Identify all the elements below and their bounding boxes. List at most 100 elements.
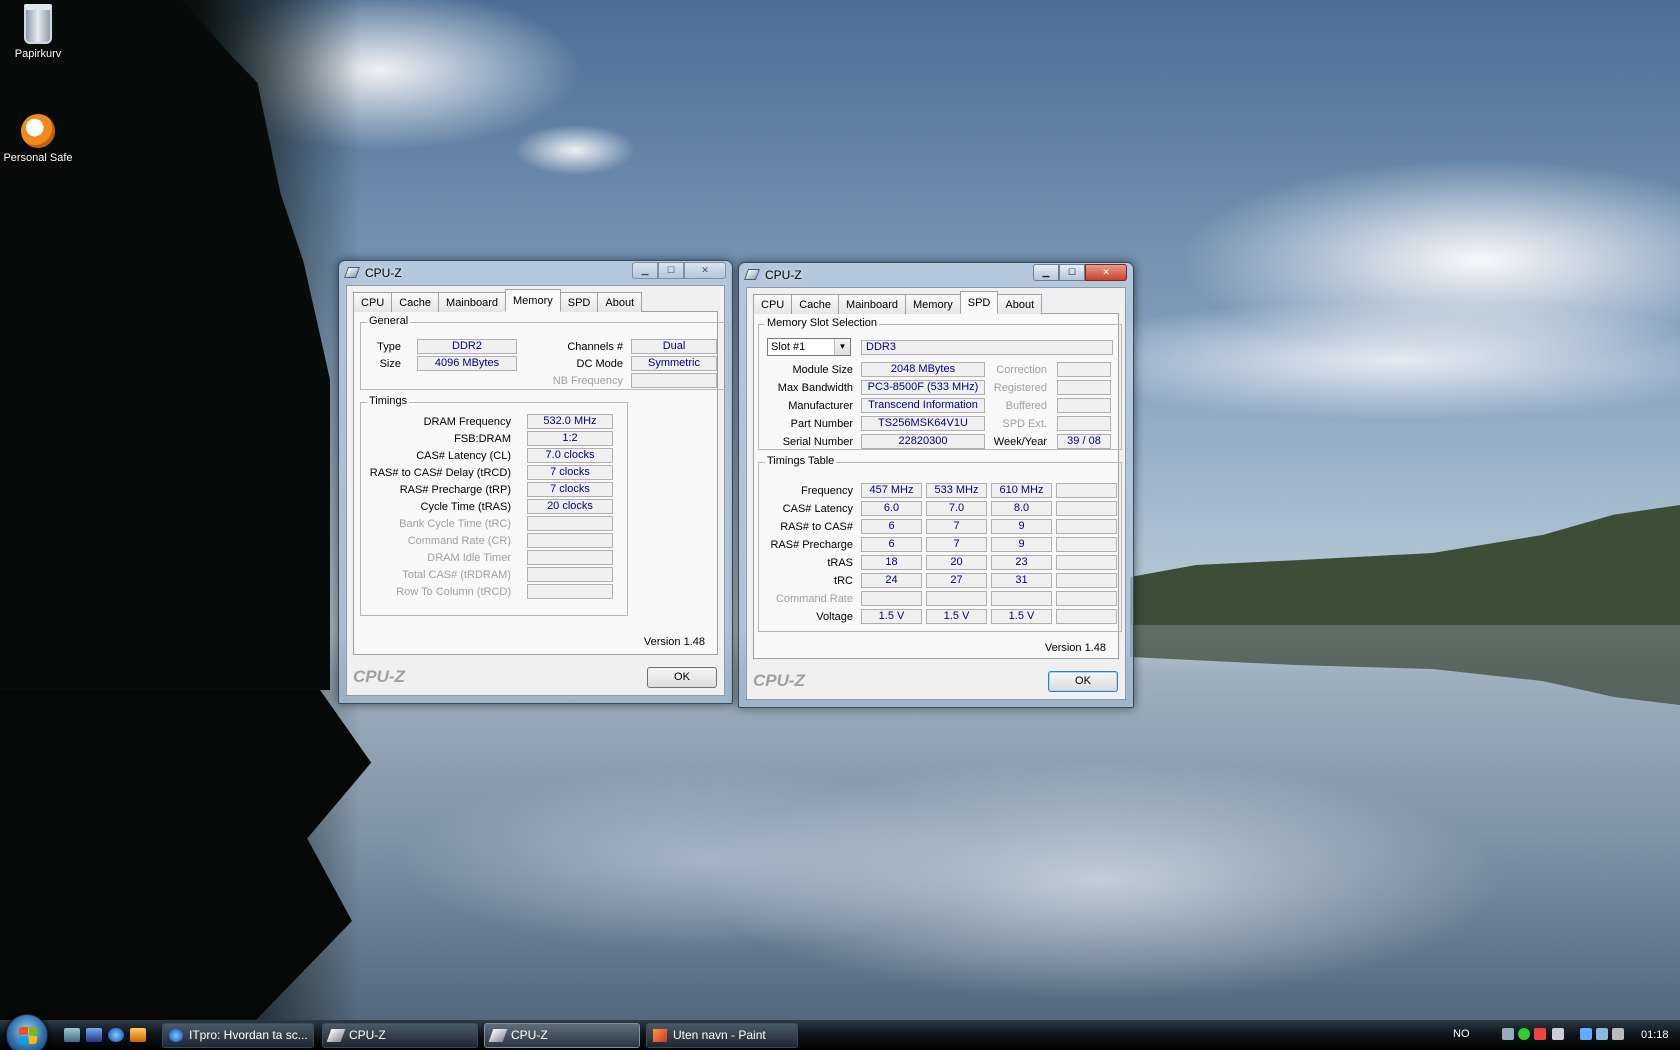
slot-select[interactable]: Slot #1 ▼ bbox=[767, 338, 851, 356]
cpuz-icon bbox=[488, 1029, 508, 1042]
version-label: Version 1.48 bbox=[1044, 642, 1106, 654]
taskbar-item-label: Uten navn - Paint bbox=[673, 1028, 766, 1042]
window-client: CPU Cache Mainboard Memory SPD About Gen… bbox=[346, 285, 729, 696]
group-title: General bbox=[367, 315, 411, 327]
tab-spd[interactable]: SPD bbox=[559, 292, 599, 312]
tray-green-icon[interactable] bbox=[1518, 1028, 1530, 1040]
clock[interactable]: 01:18 bbox=[1641, 1029, 1669, 1041]
tab-cache[interactable]: Cache bbox=[391, 292, 440, 312]
timings-cell: 8.0 bbox=[991, 501, 1052, 516]
media-player-icon[interactable] bbox=[130, 1028, 146, 1042]
network-icon[interactable] bbox=[1596, 1028, 1608, 1040]
memory-type-value: DDR3 bbox=[861, 340, 1113, 355]
timing-label: Total CAS# (tRDRAM) bbox=[402, 569, 511, 581]
taskbar-item-paint[interactable]: Uten navn - Paint bbox=[646, 1023, 798, 1048]
close-button[interactable]: ✕ bbox=[684, 262, 726, 279]
slot-flag-value bbox=[1057, 416, 1111, 431]
cpuz-icon bbox=[743, 269, 761, 280]
nb-frequency-value bbox=[631, 373, 717, 388]
taskbar-item-cpuz-2[interactable]: CPU-Z bbox=[484, 1023, 640, 1048]
ok-button[interactable]: OK bbox=[1048, 671, 1118, 692]
timings-cell bbox=[1056, 555, 1117, 570]
timings-cell: 1.5 V bbox=[991, 609, 1052, 624]
memory-panel: General Type DDR2 Size 4096 MBytes Chann… bbox=[353, 312, 729, 655]
timings-cell bbox=[1056, 483, 1117, 498]
tab-about[interactable]: About bbox=[997, 294, 1043, 314]
start-button[interactable] bbox=[6, 1014, 48, 1050]
timing-value bbox=[527, 584, 613, 599]
slot-flag-label: SPD Ext. bbox=[1002, 418, 1047, 430]
title-bar[interactable]: CPU-Z ▁ ☐ ✕ bbox=[339, 261, 732, 285]
show-desktop-icon[interactable] bbox=[64, 1028, 80, 1042]
timings-row-label: RAS# to CAS# bbox=[780, 521, 853, 533]
internet-explorer-icon bbox=[169, 1029, 183, 1042]
title-bar[interactable]: CPU-Z ▁ ☐ ✕ bbox=[739, 263, 1133, 287]
timings-cell: 9 bbox=[991, 519, 1052, 534]
tab-memory[interactable]: Memory bbox=[905, 294, 961, 314]
language-indicator[interactable]: NO bbox=[1453, 1028, 1470, 1040]
minimize-button[interactable]: ▁ bbox=[1033, 264, 1059, 281]
cpuz-window-spd[interactable]: CPU-Z ▁ ☐ ✕ CPU Cache Mainboard Memory S… bbox=[738, 262, 1134, 708]
wallpaper-hill bbox=[1130, 505, 1680, 625]
desktop-icon-recycle-bin[interactable]: Papirkurv bbox=[0, 4, 76, 60]
timings-cell bbox=[861, 591, 922, 606]
timing-value bbox=[527, 533, 613, 548]
close-button[interactable]: ✕ bbox=[1085, 264, 1127, 281]
window-title: CPU-Z bbox=[365, 266, 402, 280]
maximize-button[interactable]: ☐ bbox=[658, 262, 684, 279]
tab-cpu[interactable]: CPU bbox=[753, 294, 793, 314]
timings-row-label: RAS# Precharge bbox=[770, 539, 853, 551]
tab-mainboard[interactable]: Mainboard bbox=[438, 292, 507, 312]
timings-cell bbox=[926, 591, 987, 606]
cpuz-icon bbox=[326, 1029, 346, 1042]
taskbar-item-cpuz-1[interactable]: CPU-Z bbox=[322, 1023, 478, 1048]
timings-cell: 7 bbox=[926, 519, 987, 534]
minimize-button[interactable]: ▁ bbox=[632, 262, 658, 279]
cpuz-window-memory[interactable]: CPU-Z ▁ ☐ ✕ CPU Cache Mainboard Memory S… bbox=[338, 260, 733, 704]
timings-row-label: tRC bbox=[834, 575, 853, 587]
timing-label: FSB:DRAM bbox=[454, 433, 511, 445]
tray-device-icon[interactable] bbox=[1580, 1028, 1592, 1040]
slot-field-value: PC3-8500F (533 MHz) bbox=[861, 380, 985, 395]
tab-cpu[interactable]: CPU bbox=[353, 292, 393, 312]
timings-row-label: Frequency bbox=[801, 485, 853, 497]
group-title: Timings bbox=[367, 395, 410, 407]
timing-label: Row To Column (tRCD) bbox=[396, 586, 511, 598]
timings-cell bbox=[1056, 573, 1117, 588]
slot-flag-label: Registered bbox=[993, 382, 1047, 394]
nb-frequency-label: NB Frequency bbox=[552, 375, 623, 387]
tray-window-icon[interactable] bbox=[1552, 1028, 1564, 1040]
tray-shield-icon[interactable] bbox=[1534, 1028, 1546, 1040]
slot-select-value: Slot #1 bbox=[771, 341, 806, 353]
maximize-button[interactable]: ☐ bbox=[1059, 264, 1085, 281]
tab-mainboard[interactable]: Mainboard bbox=[838, 294, 907, 314]
tab-memory[interactable]: Memory bbox=[505, 289, 561, 312]
tab-cache[interactable]: Cache bbox=[791, 294, 840, 314]
slot-field-value: 2048 MBytes bbox=[861, 362, 985, 377]
internet-explorer-icon[interactable] bbox=[108, 1028, 124, 1042]
timings-cell: 610 MHz bbox=[991, 483, 1052, 498]
slot-flag-value bbox=[1057, 380, 1111, 395]
tab-strip: CPU Cache Mainboard Memory SPD About bbox=[753, 291, 1119, 314]
timings-table-group: Timings Table Frequency 457 MHz 533 MHz 610… bbox=[758, 455, 1122, 632]
tray-app-icon[interactable] bbox=[1502, 1028, 1514, 1040]
timing-label: DRAM Idle Timer bbox=[427, 552, 511, 564]
desktop-icon-label: Papirkurv bbox=[14, 48, 62, 60]
speaker-icon[interactable] bbox=[1612, 1028, 1624, 1040]
timings-cell: 9 bbox=[991, 537, 1052, 552]
timings-cell: 20 bbox=[926, 555, 987, 570]
timing-label: RAS# Precharge (tRP) bbox=[399, 484, 511, 496]
memory-slot-group: Memory Slot Selection Slot #1 ▼ DDR3 Mod… bbox=[758, 317, 1122, 450]
size-value: 4096 MBytes bbox=[417, 356, 517, 371]
taskbar-item-itpro[interactable]: ITpro: Hvordan ta sc... bbox=[162, 1023, 314, 1048]
switch-windows-icon[interactable] bbox=[86, 1028, 102, 1042]
tab-about[interactable]: About bbox=[597, 292, 643, 312]
type-label: Type bbox=[377, 341, 401, 353]
tab-spd[interactable]: SPD bbox=[959, 291, 999, 314]
timings-cell: 27 bbox=[926, 573, 987, 588]
ok-button[interactable]: OK bbox=[647, 667, 717, 688]
personal-safe-icon bbox=[21, 114, 55, 148]
window-client: CPU Cache Mainboard Memory SPD About Mem… bbox=[746, 287, 1126, 700]
timing-value: 7.0 clocks bbox=[527, 448, 613, 463]
desktop-icon-personal-safe[interactable]: Personal Safe bbox=[0, 114, 76, 164]
